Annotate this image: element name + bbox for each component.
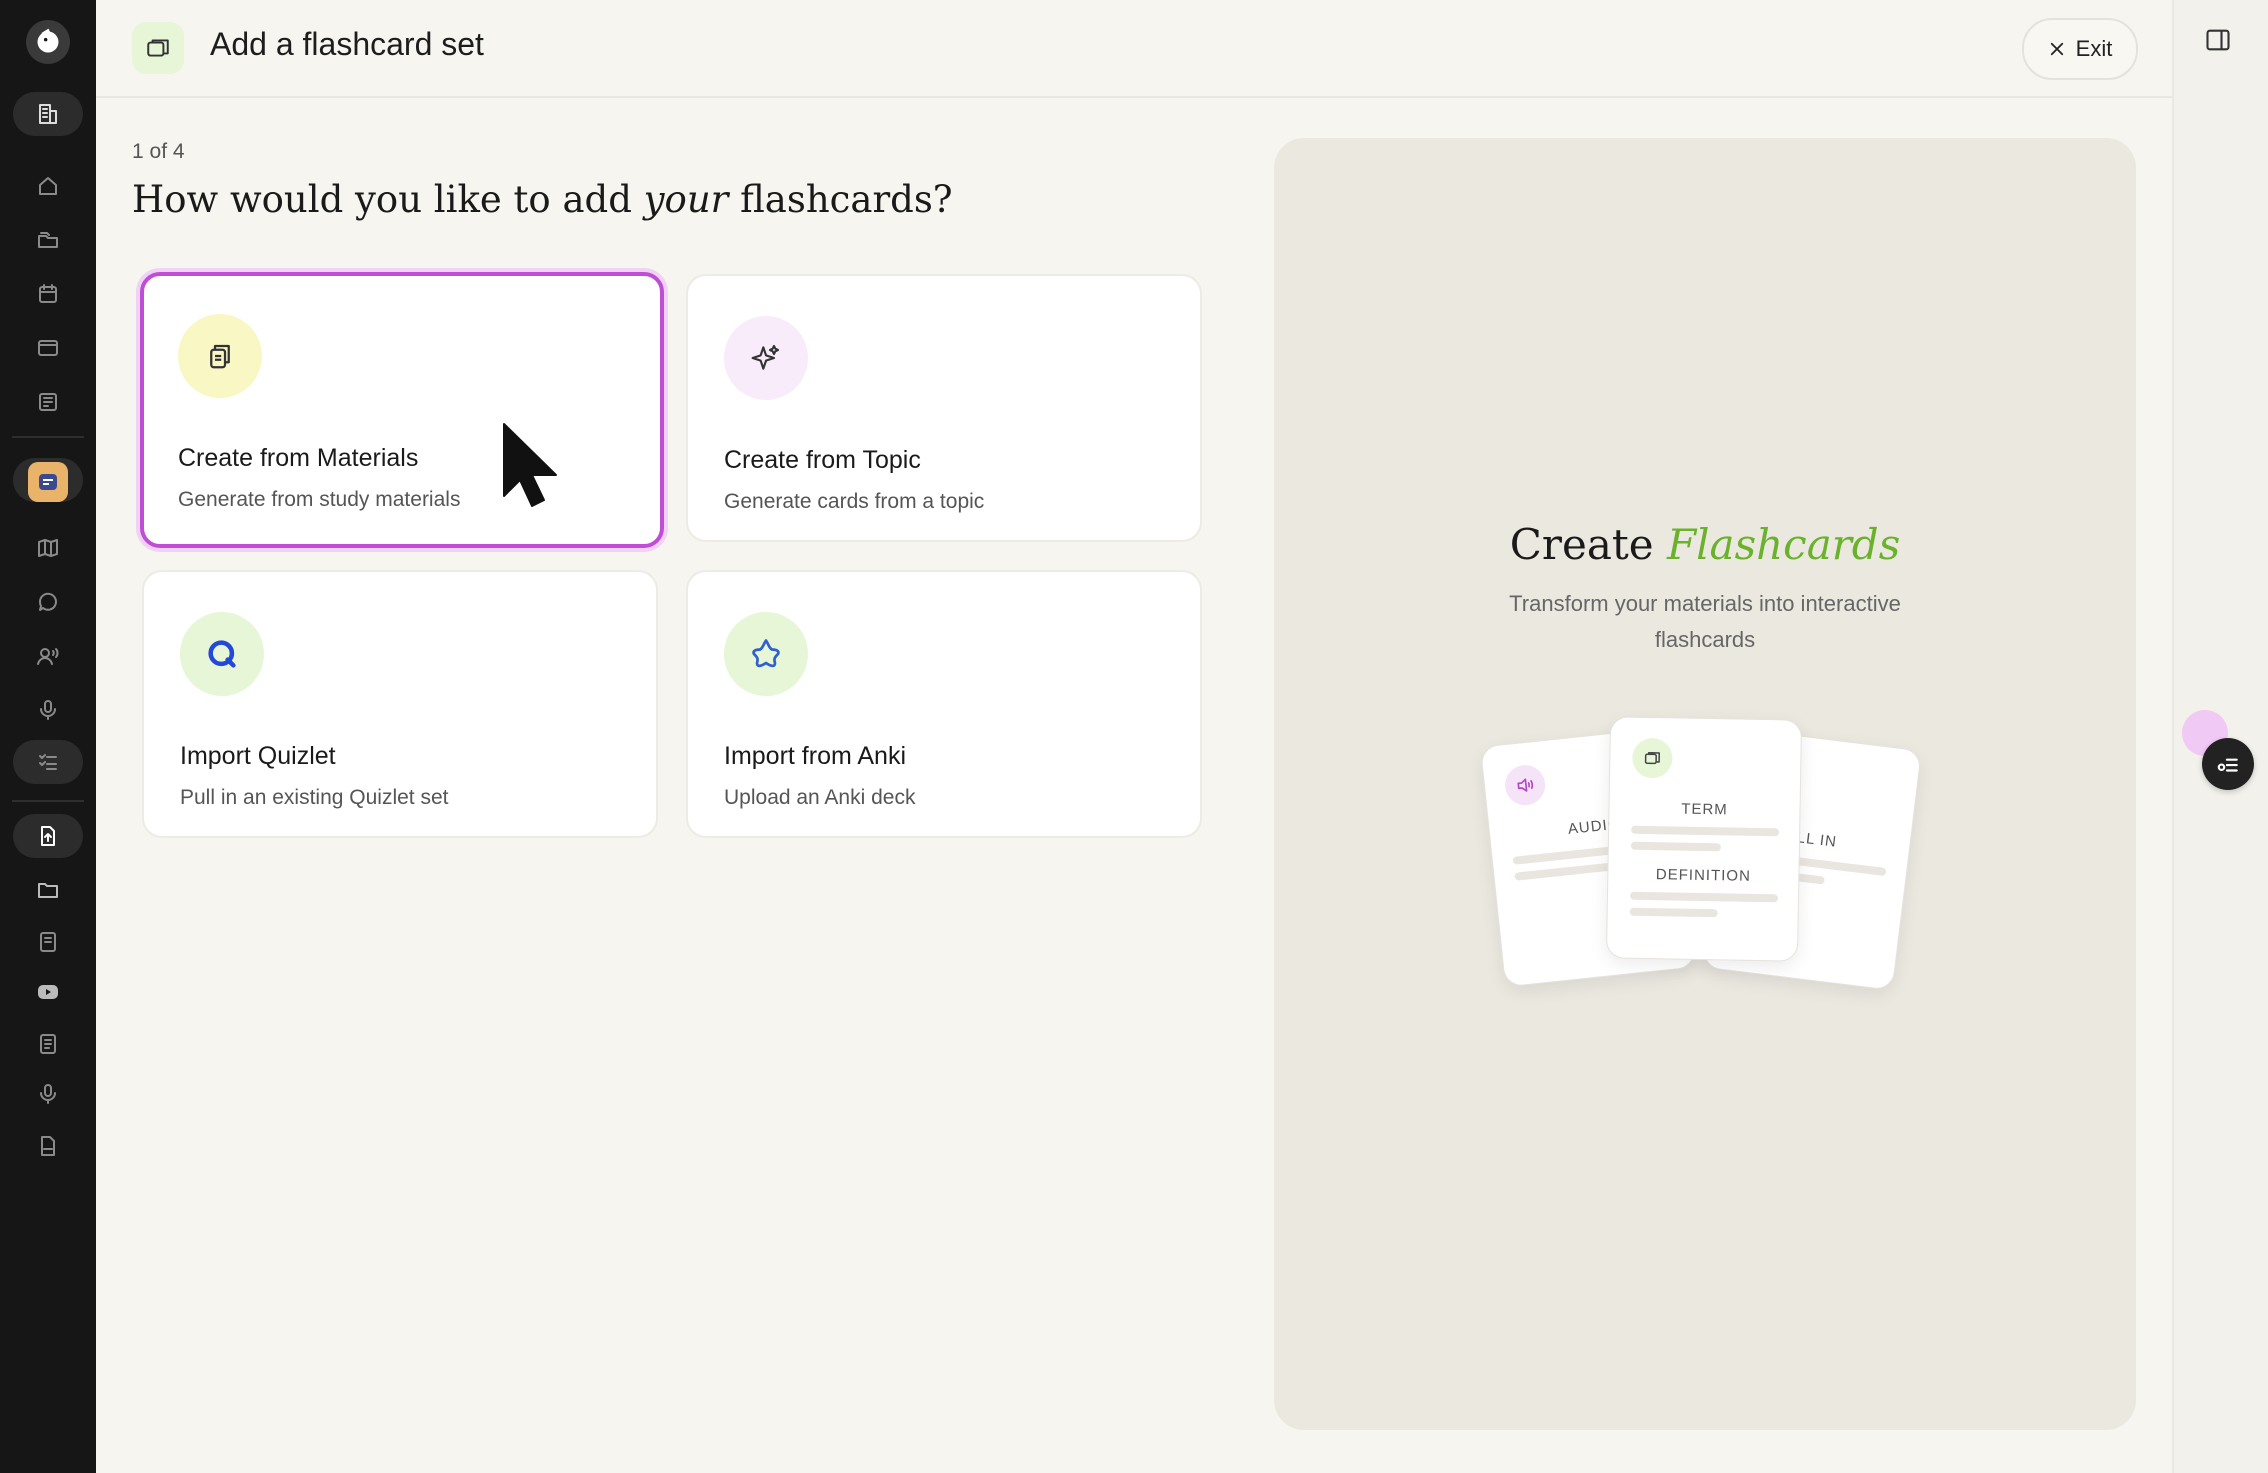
question-text-start: How would you like to add xyxy=(132,178,644,221)
list-icon xyxy=(2217,758,2238,772)
page-title: Add a flashcard set xyxy=(210,26,484,62)
folders-icon[interactable] xyxy=(0,214,96,266)
question-text-end: flashcards? xyxy=(728,178,953,221)
definition-label: DEFINITION xyxy=(1655,866,1752,885)
option-subtitle: Upload an Anki deck xyxy=(724,786,916,809)
option-create-from-topic[interactable]: Create from Topic Generate cards from a … xyxy=(686,274,1202,542)
option-title: Create from Topic xyxy=(724,446,921,474)
upload-file-icon[interactable] xyxy=(0,810,96,862)
preview-subtitle: Transform your materials into interactiv… xyxy=(1509,591,1901,652)
sidebar-divider xyxy=(12,436,84,438)
option-create-from-materials[interactable]: Create from Materials Generate from stud… xyxy=(140,272,664,548)
option-import-quizlet[interactable]: Import Quizlet Pull in an existing Quizl… xyxy=(142,570,658,838)
preview-panel: Create Flashcards Transform your materia… xyxy=(1274,138,2136,1430)
calendar-icon[interactable] xyxy=(0,268,96,320)
exit-label: Exit xyxy=(2075,36,2113,61)
window-icon[interactable] xyxy=(0,322,96,374)
sidebar-divider-2 xyxy=(12,800,84,802)
mouse-cursor-icon xyxy=(496,418,566,519)
question-emphasis: your xyxy=(643,178,729,221)
notes-icon[interactable] xyxy=(0,1018,96,1070)
option-subtitle: Pull in an existing Quizlet set xyxy=(180,786,449,809)
flashcard-set-icon xyxy=(132,22,184,74)
sparkle-icon xyxy=(724,316,808,400)
page-header: Add a flashcard set Exit xyxy=(96,0,2172,98)
page-question: How would you like to add your flashcard… xyxy=(132,178,953,221)
option-subtitle: Generate from study materials xyxy=(178,488,461,511)
building-icon[interactable] xyxy=(0,88,96,140)
exit-button[interactable]: Exit xyxy=(2022,18,2138,80)
preview-title-text: Create xyxy=(1509,520,1667,569)
document-copy-icon xyxy=(178,314,262,398)
folder-icon[interactable] xyxy=(0,864,96,916)
option-subtitle: Generate cards from a topic xyxy=(724,490,985,513)
option-title: Import Quizlet xyxy=(180,742,336,770)
youtube-icon[interactable] xyxy=(0,966,96,1018)
mascot-icon xyxy=(37,28,59,53)
term-label: TERM xyxy=(1681,800,1728,819)
close-icon xyxy=(2050,42,2063,56)
document-icon[interactable] xyxy=(0,916,96,968)
checklist-icon[interactable] xyxy=(0,736,96,788)
microphone-icon[interactable] xyxy=(0,684,96,736)
flashcard-icon xyxy=(1632,737,1673,779)
anki-star-icon xyxy=(724,612,808,696)
home-icon[interactable] xyxy=(0,160,96,212)
microphone-icon-2[interactable] xyxy=(0,1068,96,1120)
quizlet-icon xyxy=(180,612,264,696)
pdf-icon[interactable] xyxy=(0,1120,96,1172)
sidebar xyxy=(0,0,96,1473)
assistant-menu-button[interactable] xyxy=(2202,738,2254,790)
option-title: Create from Materials xyxy=(178,444,419,472)
speaker-icon xyxy=(1503,763,1548,808)
flashcards-app-icon[interactable] xyxy=(28,462,68,502)
option-title: Import from Anki xyxy=(724,742,906,770)
option-import-from-anki[interactable]: Import from Anki Upload an Anki deck xyxy=(686,570,1202,838)
preview-title-emphasis: Flashcards xyxy=(1666,520,1901,569)
preview-title: Create Flashcards xyxy=(1274,520,2136,569)
map-icon[interactable] xyxy=(0,522,96,574)
chat-icon[interactable] xyxy=(0,576,96,628)
panel-toggle-icon[interactable] xyxy=(2204,26,2232,59)
voice-user-icon[interactable] xyxy=(0,630,96,682)
term-flashcard-illustration: TERM DEFINITION xyxy=(1605,716,1803,962)
library-icon[interactable] xyxy=(0,376,96,428)
step-indicator: 1 of 4 xyxy=(132,140,185,163)
app-logo[interactable] xyxy=(26,20,70,64)
